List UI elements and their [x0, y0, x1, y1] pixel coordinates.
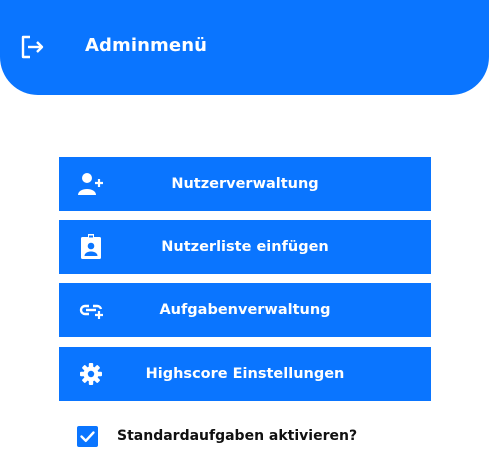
- logout-icon: [21, 35, 44, 59]
- highscore-settings-label: Highscore Einstellungen: [145, 366, 345, 382]
- highscore-settings-button[interactable]: Highscore Einstellungen: [59, 347, 431, 401]
- task-management-label: Aufgabenverwaltung: [159, 302, 331, 318]
- task-management-button[interactable]: Aufgabenverwaltung: [59, 283, 431, 337]
- add-user-icon: [78, 173, 103, 195]
- standard-tasks-label[interactable]: Standardaufgaben aktivieren?: [117, 428, 357, 444]
- user-management-label: Nutzerverwaltung: [171, 176, 319, 192]
- id-badge-icon: [81, 234, 101, 259]
- app-header: Adminmenü: [0, 0, 489, 95]
- page-title: Adminmenü: [85, 35, 208, 56]
- checkmark-icon: [80, 431, 95, 442]
- logout-button[interactable]: [18, 33, 46, 61]
- add-task-icon: [79, 304, 103, 319]
- standard-tasks-checkbox[interactable]: [77, 426, 98, 447]
- standard-tasks-option: Standardaufgaben aktivieren?: [77, 426, 397, 448]
- import-user-list-label: Nutzerliste einfügen: [161, 239, 329, 255]
- user-management-button[interactable]: Nutzerverwaltung: [59, 157, 431, 211]
- gear-icon: [80, 363, 102, 385]
- import-user-list-button[interactable]: Nutzerliste einfügen: [59, 220, 431, 274]
